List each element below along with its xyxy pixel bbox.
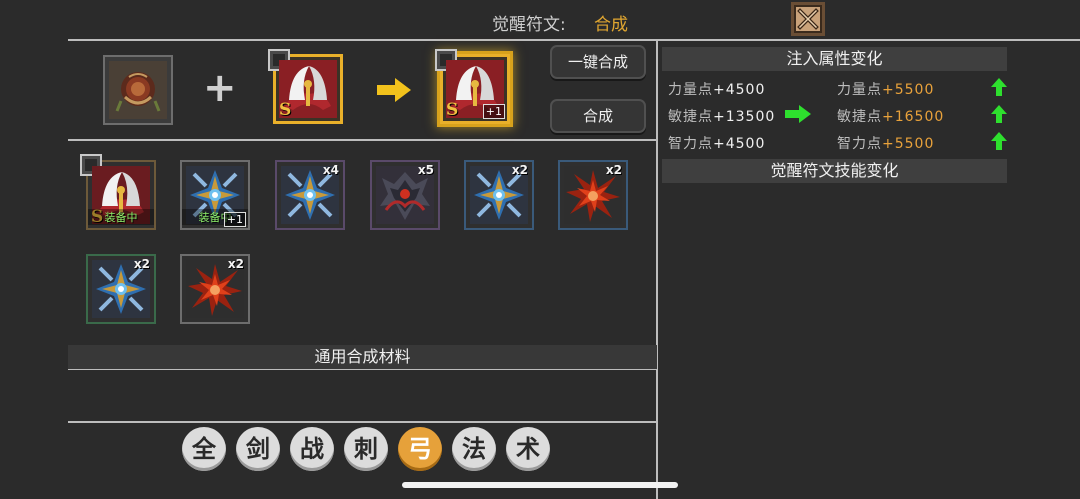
level-badge: +1 bbox=[482, 104, 505, 119]
item-count: x2 bbox=[511, 163, 528, 177]
attribute-after: 力量点+5500 bbox=[837, 79, 934, 99]
divider-vertical bbox=[656, 39, 658, 499]
attribute-value: +4500 bbox=[713, 136, 766, 152]
equipped-label: 装备中 bbox=[88, 209, 154, 225]
attribute-before: 敏捷点+13500 bbox=[668, 106, 775, 126]
one-click-synthesis-button[interactable]: 一键合成 bbox=[550, 45, 646, 79]
page-title: 觉醒符文: bbox=[492, 15, 566, 35]
green-arrow-right-icon bbox=[785, 105, 811, 127]
filter-tab[interactable]: 战 bbox=[290, 427, 334, 471]
filter-tab[interactable]: 刺 bbox=[344, 427, 388, 471]
green-up-arrow-icon bbox=[991, 78, 1007, 100]
item-count: x4 bbox=[322, 163, 339, 177]
inventory-slot[interactable]: x2 bbox=[558, 160, 628, 230]
filter-tab[interactable]: 剑 bbox=[236, 427, 280, 471]
attribute-label: 智力点 bbox=[837, 136, 882, 152]
attribute-label: 力量点 bbox=[668, 82, 713, 98]
inventory-slot[interactable]: x2 bbox=[464, 160, 534, 230]
filter-tab[interactable]: 法 bbox=[452, 427, 496, 471]
title-bar: 觉醒符文: 合成 bbox=[0, 0, 1080, 40]
result-rune-slot: S +1 bbox=[435, 49, 510, 124]
inventory-slot[interactable]: x5 bbox=[370, 160, 440, 230]
item-count: x2 bbox=[605, 163, 622, 177]
attribute-before: 力量点+4500 bbox=[668, 79, 765, 99]
attribute-before: 智力点+4500 bbox=[668, 133, 765, 153]
divider-top bbox=[68, 39, 1080, 41]
attribute-value: +5500 bbox=[882, 82, 935, 98]
inventory-slot[interactable]: x2 bbox=[86, 254, 156, 324]
close-button[interactable] bbox=[791, 2, 825, 36]
materials-header: 通用合成材料 bbox=[68, 345, 657, 369]
grade-s-badge: S bbox=[446, 100, 459, 120]
yellow-arrow-right-icon bbox=[377, 78, 411, 102]
base-rune-slot[interactable]: S bbox=[268, 49, 343, 124]
attribute-label: 力量点 bbox=[837, 82, 882, 98]
inventory-slot[interactable]: x2 bbox=[180, 254, 250, 324]
item-count: x2 bbox=[227, 257, 244, 271]
attribute-value: +5500 bbox=[882, 136, 935, 152]
item-count: x5 bbox=[417, 163, 434, 177]
inventory-slot[interactable]: 装备中 +1 bbox=[180, 160, 250, 230]
filter-tab[interactable]: 弓 bbox=[398, 427, 442, 471]
filter-tab[interactable]: 术 bbox=[506, 427, 550, 471]
inventory-slot[interactable]: S 装备中 bbox=[80, 154, 156, 230]
attribute-value: +4500 bbox=[713, 82, 766, 98]
synthesis-button[interactable]: 合成 bbox=[550, 99, 646, 133]
attribute-value: +16500 bbox=[882, 109, 945, 125]
material-rune-slot[interactable] bbox=[103, 55, 173, 125]
inventory-slot[interactable]: x4 bbox=[275, 160, 345, 230]
item-count: x2 bbox=[133, 257, 150, 271]
plus-sign: + bbox=[203, 65, 237, 111]
mode-label: 合成 bbox=[594, 15, 628, 35]
divider-synthesis bbox=[68, 139, 657, 141]
filter-tab[interactable]: 全 bbox=[182, 427, 226, 471]
home-indicator bbox=[402, 482, 678, 488]
skills-header: 觉醒符文技能变化 bbox=[662, 159, 1007, 183]
attributes-header: 注入属性变化 bbox=[662, 47, 1007, 71]
attribute-label: 敏捷点 bbox=[837, 109, 882, 125]
divider-materials-bottom bbox=[68, 421, 657, 423]
attribute-label: 敏捷点 bbox=[668, 109, 713, 125]
close-x-icon bbox=[797, 8, 819, 30]
rose-rune-icon bbox=[109, 61, 167, 119]
attribute-value: +13500 bbox=[713, 109, 776, 125]
attribute-after: 敏捷点+16500 bbox=[837, 106, 944, 126]
grade-s-badge: S bbox=[279, 100, 292, 120]
level-badge: +1 bbox=[223, 212, 246, 227]
green-up-arrow-icon bbox=[991, 105, 1007, 127]
attribute-after: 智力点+5500 bbox=[837, 133, 934, 153]
green-up-arrow-icon bbox=[991, 132, 1007, 154]
attribute-label: 智力点 bbox=[668, 136, 713, 152]
